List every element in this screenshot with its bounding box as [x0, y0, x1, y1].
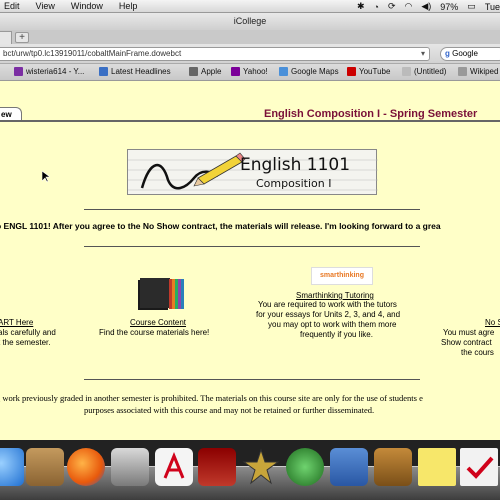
bookmark-label: Apple: [201, 67, 222, 76]
mouse-cursor-icon: [42, 171, 50, 183]
firefox-icon[interactable]: [67, 448, 105, 486]
bookmark-label: Latest Headlines: [111, 67, 171, 76]
status-menus: ✱ ◔ ⟳ ◠ ◀) 97% ▭ Tue: [348, 0, 500, 13]
banner-subtitle: Composition I: [256, 177, 332, 190]
browser-tab[interactable]: [0, 31, 12, 44]
course-content-desc: Find the course materials here!: [99, 328, 210, 337]
course-title: English Composition I - Spring Semester: [264, 108, 478, 120]
yahoo-mail-icon: [14, 67, 23, 76]
divider: [84, 246, 420, 247]
mac-dock: [0, 440, 500, 500]
url-text: bct/urw/tp0.lc13919011/cobaltMainFrame.d…: [3, 49, 182, 58]
url-dropdown-icon[interactable]: ▾: [421, 48, 425, 60]
bookmark-apple[interactable]: Apple: [189, 67, 221, 76]
star-icon: [242, 448, 280, 485]
battery-percentage[interactable]: 97%: [440, 2, 458, 12]
new-tab-button[interactable]: +: [15, 32, 29, 43]
time-machine-icon[interactable]: [286, 448, 324, 486]
time-machine-status-icon[interactable]: ◔: [374, 2, 379, 12]
checkmark-icon: [466, 456, 494, 479]
bookmark-yahoo[interactable]: Yahoo!: [231, 67, 268, 76]
no-show-link[interactable]: No S: [485, 318, 500, 328]
smarthinking-logo: smarthinking: [311, 267, 373, 285]
wifi-icon[interactable]: ◠: [405, 1, 413, 12]
photo-booth-icon[interactable]: [198, 448, 236, 486]
course-page: ew English Composition I - Spring Semest…: [0, 81, 500, 440]
search-engine-label: Google: [452, 49, 478, 58]
disclaimer-line2: purposes associated with this course and…: [84, 405, 375, 415]
course-content-link[interactable]: Course Content: [130, 318, 186, 328]
smarthinking-line1: You are required to work with the tutors: [258, 300, 397, 309]
bookmark-label: Wikiped: [470, 67, 499, 76]
divider: [84, 209, 420, 210]
bookmark-label: wisteria614 - Y...: [26, 67, 85, 76]
menu-help[interactable]: Help: [119, 1, 138, 11]
course-banner: English 1101 Composition I: [127, 149, 378, 195]
search-field[interactable]: g Google: [440, 47, 500, 61]
banner-title: English 1101: [240, 155, 351, 175]
bookmark-wisteria[interactable]: wisteria614 - Y...: [14, 67, 84, 76]
apple-icon: [189, 67, 198, 76]
youtube-icon: [347, 67, 356, 76]
imovie-icon[interactable]: [242, 448, 280, 486]
no-show-line3: the cours: [461, 348, 494, 357]
url-field[interactable]: bct/urw/tp0.lc13919011/cobaltMainFrame.d…: [0, 47, 430, 61]
bookmark-google-maps[interactable]: Google Maps: [279, 67, 339, 76]
acrobat-glyph-icon: [163, 452, 185, 479]
google-icon: g: [445, 49, 450, 58]
tab-view[interactable]: ew: [0, 107, 22, 121]
bookmarks-bar: wisteria614 - Y... Latest Headlines Appl…: [0, 64, 500, 81]
welcome-message: o ENGL 1101! After you agree to the No S…: [0, 221, 441, 231]
clock[interactable]: Tue: [485, 2, 500, 12]
sync-icon[interactable]: ⟳: [388, 1, 396, 12]
browser-tab-strip: +: [0, 30, 500, 44]
calendar-icon[interactable]: [460, 448, 498, 486]
books-icon: [138, 278, 184, 310]
bookmark-label: Google Maps: [291, 67, 339, 76]
address-book-icon[interactable]: [26, 448, 64, 486]
disclaimer-line1: g work previously graded in another seme…: [0, 393, 423, 403]
window-title: iCollege: [0, 13, 500, 30]
no-show-line1: You must agre: [443, 328, 495, 337]
battery-icon[interactable]: ▭: [467, 1, 476, 12]
bookmark-label: (Untitled): [414, 67, 447, 76]
bookmark-label: Yahoo!: [243, 67, 268, 76]
tab-divider: [0, 120, 500, 122]
keynote-icon[interactable]: [374, 448, 412, 486]
menu-view[interactable]: View: [36, 1, 55, 11]
google-maps-icon: [279, 67, 288, 76]
itunes-icon[interactable]: [330, 448, 368, 486]
bookmark-wikipedia[interactable]: Wikiped: [458, 67, 498, 76]
stickies-icon[interactable]: [418, 448, 456, 486]
wikipedia-icon: [458, 67, 467, 76]
menu-edit[interactable]: Edit: [4, 1, 20, 11]
iphoto-icon[interactable]: [111, 448, 149, 486]
smarthinking-logo-text: smarthinking: [320, 272, 364, 279]
menu-window[interactable]: Window: [71, 1, 103, 11]
volume-icon[interactable]: ◀): [421, 1, 431, 12]
bookmark-label: YouTube: [359, 67, 391, 76]
smarthinking-line2: for your essays for Units 2, 3, and 4, a…: [256, 310, 401, 319]
bookmark-youtube[interactable]: YouTube: [347, 67, 390, 76]
bookmark-latest-headlines[interactable]: Latest Headlines: [99, 67, 171, 76]
divider: [84, 379, 420, 380]
start-here-link[interactable]: ART Here: [0, 318, 33, 328]
bookmark-untitled[interactable]: (Untitled): [402, 67, 446, 76]
smarthinking-line3: you may opt to work with them more: [268, 320, 397, 329]
acrobat-icon[interactable]: [155, 448, 193, 486]
bluetooth-icon[interactable]: ✱: [357, 1, 365, 12]
navigation-toolbar: bct/urw/tp0.lc13919011/cobaltMainFrame.d…: [0, 44, 500, 64]
start-here-line1: als carefully and: [0, 328, 56, 337]
start-here-line2: t the semester.: [0, 338, 51, 347]
no-show-line2: Show contract: [441, 338, 492, 347]
page-icon: [402, 67, 411, 76]
finder-icon[interactable]: [0, 448, 24, 486]
yahoo-icon: [231, 67, 240, 76]
rss-icon: [99, 67, 108, 76]
smarthinking-line4: frequently if you like.: [300, 330, 373, 339]
mac-menu-bar: Edit View Window Help ✱ ◔ ⟳ ◠ ◀) 97% ▭ T…: [0, 0, 500, 13]
